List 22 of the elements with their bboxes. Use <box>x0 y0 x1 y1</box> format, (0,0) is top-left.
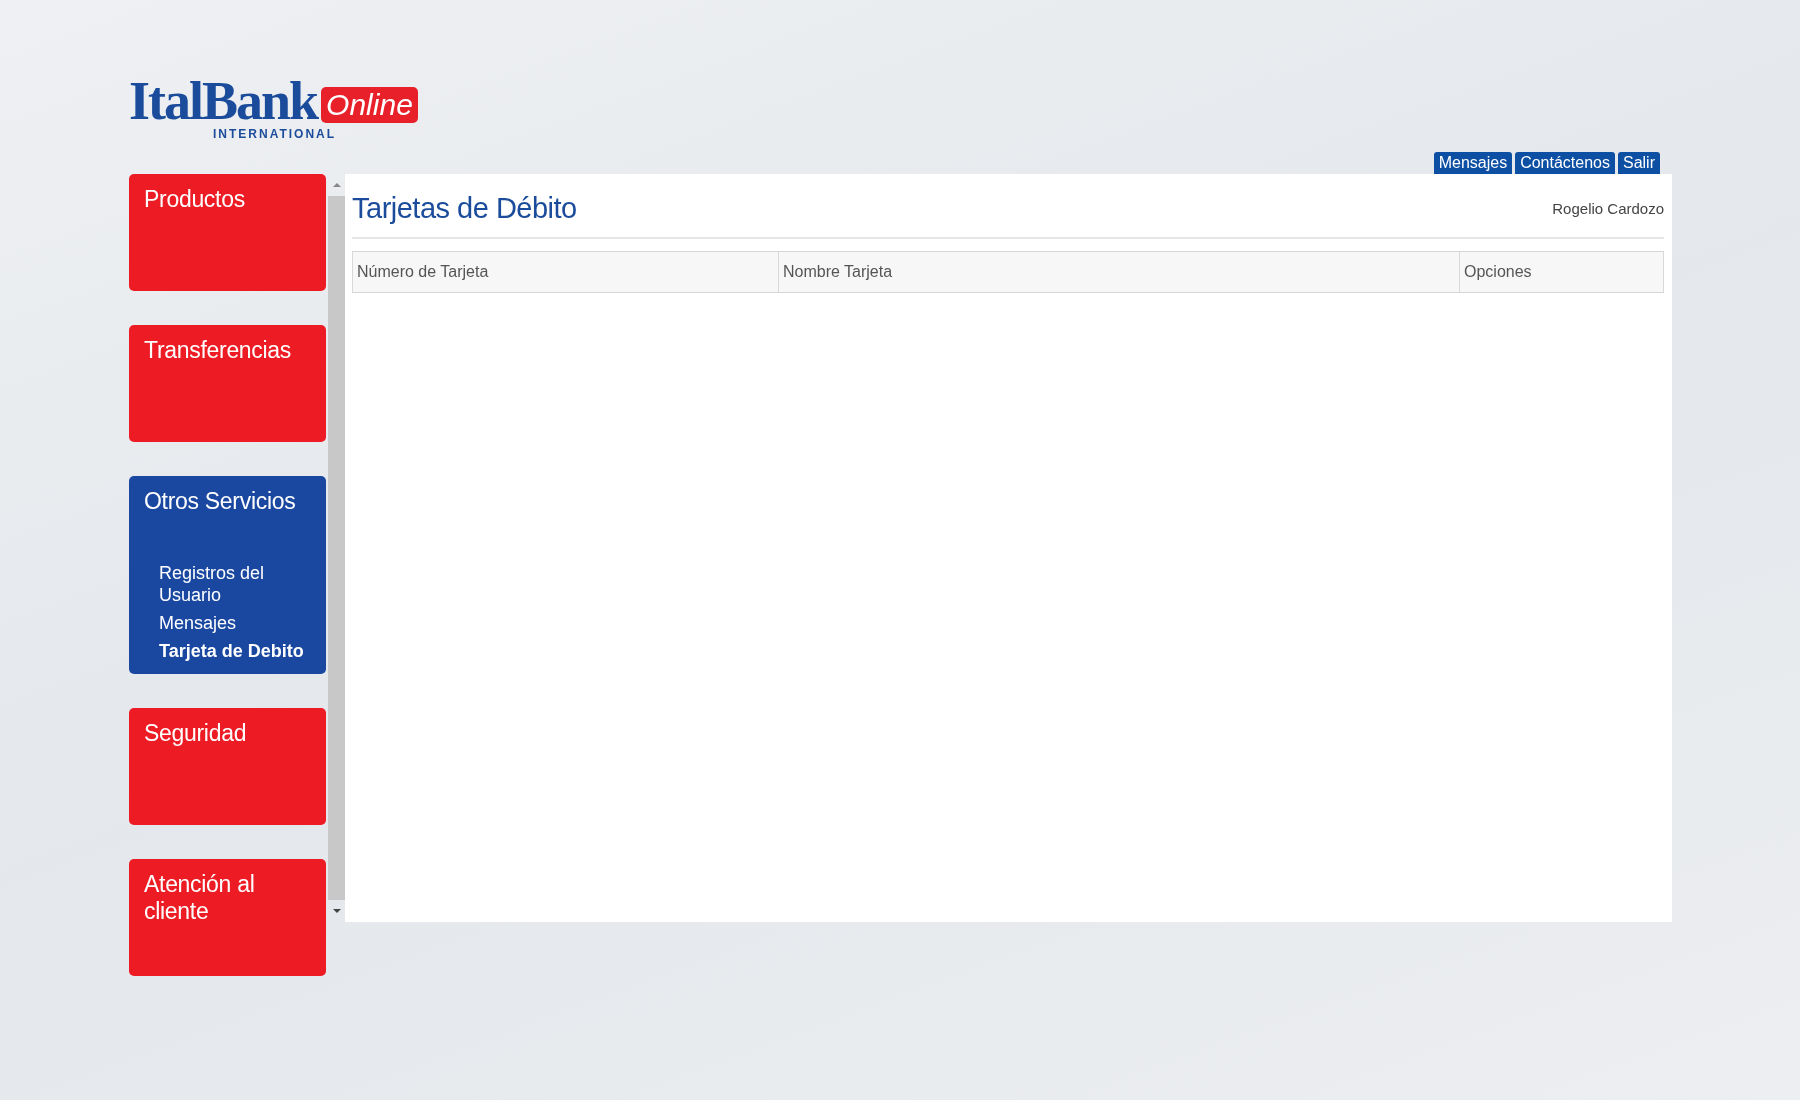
menu-title[interactable]: Otros Servicios <box>129 476 326 556</box>
scroll-down-icon[interactable] <box>331 906 342 916</box>
menu-title[interactable]: Productos <box>129 174 326 225</box>
column-header: Opciones <box>1459 252 1663 292</box>
column-header: Número de Tarjeta <box>356 262 490 282</box>
menu-title[interactable]: Seguridad <box>129 708 326 759</box>
column-header: Nombre Tarjeta <box>778 252 1459 292</box>
submenu-item[interactable]: Mensajes <box>159 612 316 634</box>
logo-badge: Online <box>321 87 418 123</box>
top-link[interactable]: Contáctenos <box>1515 152 1615 174</box>
logo-subtitle: INTERNATIONAL <box>213 127 337 141</box>
submenu-item[interactable]: Tarjeta de Debito <box>159 640 316 662</box>
logo-name: ItalBank <box>129 75 318 127</box>
page-title: Tarjetas de Débito <box>352 192 577 225</box>
submenu-item[interactable]: Registros del Usuario <box>159 562 316 606</box>
user-name: Rogelio Cardozo <box>1552 200 1664 217</box>
top-link[interactable]: Mensajes <box>1433 152 1513 174</box>
scrollbar-track[interactable] <box>328 196 345 900</box>
menu-title[interactable]: Atención al cliente <box>129 859 326 937</box>
scroll-up-icon[interactable] <box>331 180 342 190</box>
top-link[interactable]: Salir <box>1618 152 1660 174</box>
menu-title[interactable]: Transferencias <box>129 325 326 376</box>
